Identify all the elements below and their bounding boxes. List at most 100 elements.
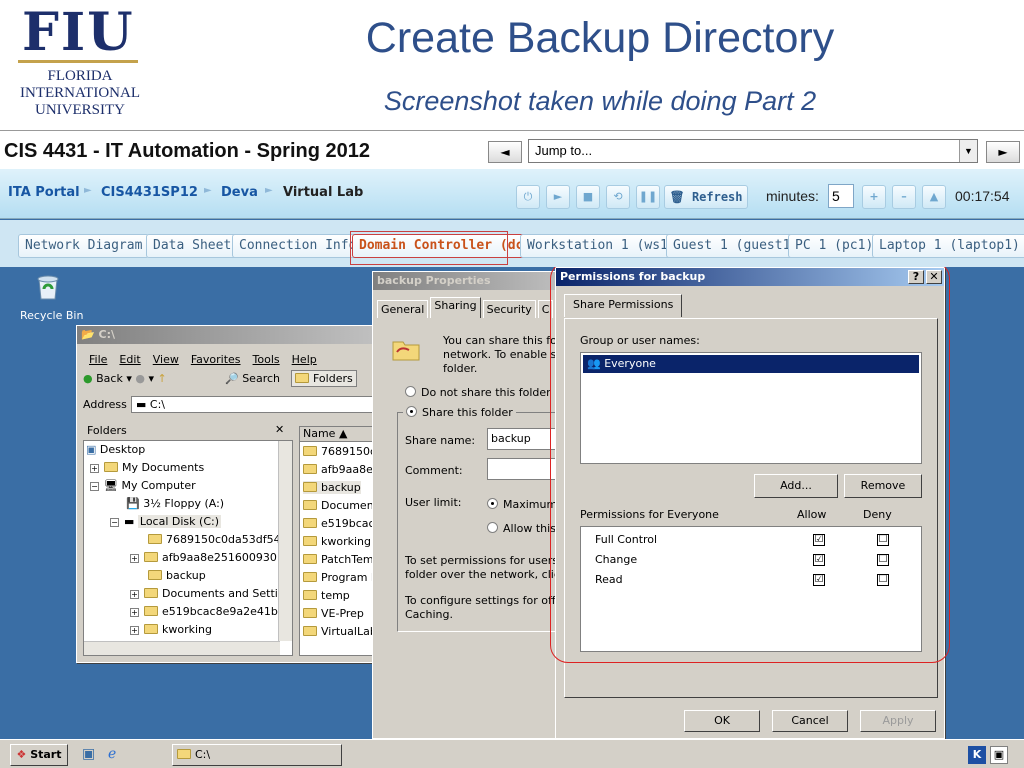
tree-folder-7689[interactable]: 7689150c0da53df54 — [148, 533, 281, 546]
tree-my-computer[interactable]: − 🖥 My Computer — [90, 479, 196, 492]
up-folder-icon[interactable]: ↑ — [157, 372, 166, 385]
hint-line: To set permissions for users w — [405, 554, 571, 567]
tree-hscrollbar[interactable] — [84, 641, 280, 655]
plus-button[interactable]: + — [862, 185, 886, 209]
tree-folder-afb9[interactable]: + afb9aa8e251600930 — [130, 551, 277, 564]
tree-my-documents[interactable]: + My Documents — [90, 461, 204, 474]
tab-network-diagram[interactable]: Network Diagram — [18, 234, 150, 258]
file-item[interactable]: afb9aa8e — [303, 463, 373, 476]
folder-icon — [144, 606, 158, 616]
tree-folder-documents[interactable]: + Documents and Setti — [130, 587, 278, 600]
allow-this-radio[interactable]: Allow this — [487, 522, 556, 535]
start-button[interactable]: ❖ Start — [10, 744, 68, 766]
folder-icon — [303, 590, 317, 600]
do-not-share-label: Do not share this folder — [421, 386, 551, 399]
file-item[interactable]: kworking — [303, 535, 371, 548]
expand-icon[interactable]: + — [130, 626, 139, 635]
menu-edit[interactable]: Edit — [119, 353, 140, 366]
file-item[interactable]: VirtualLab — [303, 625, 376, 638]
properties-titlebar[interactable]: backup Properties — [373, 272, 565, 290]
quicklaunch-desktop-icon[interactable]: ▣ — [82, 746, 95, 762]
next-button[interactable]: ► — [986, 141, 1020, 163]
tree-folder-backup[interactable]: backup — [148, 569, 206, 582]
power-icon[interactable]: ⏻ — [516, 185, 540, 209]
tree-label: 3½ Floppy (A:) — [143, 497, 225, 510]
file-item[interactable]: temp — [303, 589, 350, 602]
prev-button[interactable]: ◄ — [488, 141, 522, 163]
taskbar-explorer-button[interactable]: C:\ — [172, 744, 342, 766]
pause-icon[interactable]: ❚❚ — [636, 185, 660, 209]
back-button[interactable]: ● Back ▾ ● ▾ ↑ — [83, 372, 167, 385]
tab-connection-info[interactable]: Connection Info — [232, 234, 364, 258]
menu-file[interactable]: File — [89, 353, 107, 366]
intro-line: You can share this fo — [443, 334, 557, 347]
share-this-folder-radio[interactable]: Share this folder — [403, 406, 516, 419]
breadcrumb-course[interactable]: CIS4431SP12 — [101, 185, 198, 200]
play-icon[interactable]: ► — [546, 185, 570, 209]
tab-data-sheet[interactable]: Data Sheet — [146, 234, 239, 258]
language-icon[interactable]: K — [968, 746, 986, 764]
expand-icon[interactable]: + — [90, 464, 99, 473]
collapse-icon[interactable]: − — [110, 518, 119, 527]
folder-icon: 📂 — [81, 328, 99, 341]
tree-label: backup — [166, 569, 206, 582]
eject-icon[interactable]: ▲ — [922, 185, 946, 209]
do-not-share-radio[interactable]: Do not share this folder — [405, 386, 551, 399]
file-item[interactable]: 7689150c — [303, 445, 376, 458]
tab-guest-1[interactable]: Guest 1 (guest1) — [666, 234, 806, 258]
tab-workstation-1[interactable]: Workstation 1 (ws1) — [520, 234, 683, 258]
logo-line-florida: FLORIDA — [47, 68, 113, 84]
refresh-button[interactable]: 🗑 Refresh — [664, 185, 748, 209]
file-item-selected[interactable]: backup — [303, 481, 361, 494]
breadcrumb-ita-portal[interactable]: ITA Portal — [8, 185, 80, 200]
stop-icon[interactable]: ■ — [576, 185, 600, 209]
tree-folder-e519[interactable]: + e519bcac8e9a2e41b — [130, 605, 278, 618]
name-column-header[interactable]: Name ▲ — [300, 427, 376, 442]
backup-properties-window: backup Properties General Sharing Securi… — [372, 271, 571, 739]
maximum-radio[interactable]: Maximum — [487, 498, 557, 511]
explorer-titlebar[interactable]: 📂 C:\ — [77, 326, 375, 344]
ok-button[interactable]: OK — [684, 710, 760, 732]
minus-button[interactable]: – — [892, 185, 916, 209]
minutes-input[interactable]: 5 — [828, 184, 854, 208]
folder-icon — [303, 482, 317, 492]
forward-icon[interactable]: ● — [135, 372, 145, 385]
file-item[interactable]: e519bcac — [303, 517, 375, 530]
folders-button[interactable]: Folders — [291, 370, 357, 387]
menu-tools[interactable]: Tools — [253, 353, 280, 366]
tree-desktop[interactable]: ▣ Desktop — [86, 443, 145, 456]
file-item[interactable]: PatchTem — [303, 553, 374, 566]
tree-local-disk[interactable]: − ▬ Local Disk (C:) — [110, 515, 221, 528]
search-button[interactable]: 🔎 Search — [225, 372, 280, 385]
breadcrumb-user[interactable]: Deva — [221, 185, 258, 200]
file-item[interactable]: Program F — [303, 571, 376, 584]
jump-to-select[interactable]: Jump to... ▼ — [528, 139, 978, 163]
collapse-icon[interactable]: − — [90, 482, 99, 491]
tab-general[interactable]: General — [377, 300, 429, 318]
address-field[interactable]: ▬ C:\ — [131, 396, 377, 413]
tab-laptop-1[interactable]: Laptop 1 (laptop1) — [872, 234, 1024, 258]
internet-explorer-icon[interactable]: ℯ — [108, 746, 116, 762]
file-item[interactable]: Document — [303, 499, 376, 512]
tree-scrollbar[interactable] — [278, 441, 292, 641]
menu-favorites[interactable]: Favorites — [191, 353, 241, 366]
reset-icon[interactable]: ⟲ — [606, 185, 630, 209]
tab-pc-1[interactable]: PC 1 (pc1) — [788, 234, 881, 258]
recycle-bin-icon[interactable] — [34, 271, 62, 301]
tab-sharing[interactable]: Sharing — [430, 297, 481, 318]
tree-floppy[interactable]: 💾 3½ Floppy (A:) — [126, 497, 224, 510]
expand-icon[interactable]: + — [130, 554, 139, 563]
tree-folder-kworking[interactable]: + kworking — [130, 623, 212, 636]
close-icon[interactable]: ✕ — [275, 423, 284, 436]
folder-icon — [303, 608, 317, 618]
display-icon[interactable]: ▣ — [990, 746, 1008, 764]
expand-icon[interactable]: + — [130, 608, 139, 617]
chevron-down-icon[interactable]: ▼ — [959, 140, 977, 162]
menu-help[interactable]: Help — [292, 353, 317, 366]
tab-security[interactable]: Security — [482, 300, 536, 318]
menu-view[interactable]: View — [153, 353, 179, 366]
apply-button[interactable]: Apply — [860, 710, 936, 732]
file-item[interactable]: VE-Prep — [303, 607, 364, 620]
cancel-button[interactable]: Cancel — [772, 710, 848, 732]
expand-icon[interactable]: + — [130, 590, 139, 599]
